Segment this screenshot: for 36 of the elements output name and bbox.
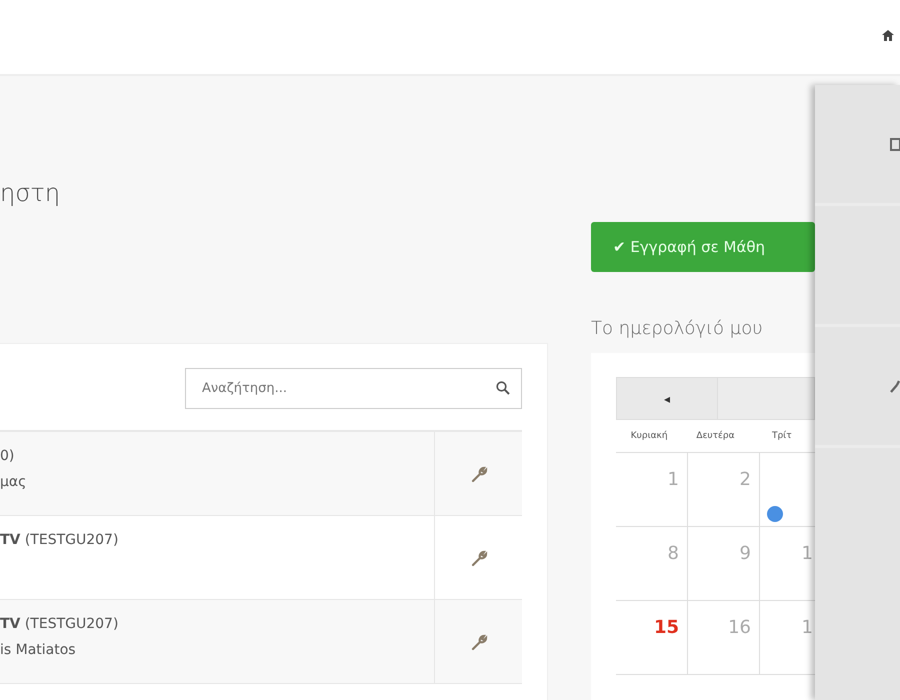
day-cell[interactable]: 1 (760, 527, 815, 600)
calendar-title: Το ημερολόγιό μου (591, 318, 764, 339)
weekday-label: Κυριακή (630, 431, 669, 441)
course-row[interactable]: 0) μας (0, 432, 522, 516)
home-icon[interactable] (882, 30, 894, 40)
calendar-icon (890, 137, 900, 151)
previous-month-button[interactable]: ◂ (616, 377, 718, 420)
enroll-button[interactable]: ✔ Εγγραφή σε Μάθη (591, 222, 815, 272)
day-number: 9 (740, 543, 751, 564)
course-teacher: is Matiatos (0, 642, 76, 658)
day-cell[interactable]: 2 (688, 453, 760, 526)
day-number: 2 (740, 469, 751, 490)
weekday-label: Δευτέρα (695, 431, 736, 441)
event-dot[interactable] (767, 506, 783, 522)
day-cell[interactable]: 8 (616, 527, 688, 600)
day-cell[interactable]: 1 (760, 601, 815, 674)
day-cell[interactable]: 9 (688, 527, 760, 600)
course-row[interactable]: TV (TESTGU207) is Matiatos (0, 600, 522, 684)
day-number: 1 (802, 543, 813, 564)
day-cell[interactable]: 16 (688, 601, 760, 674)
day-cell[interactable]: 1 (616, 453, 688, 526)
day-number: 16 (728, 617, 751, 638)
course-title[interactable]: TV (TESTGU207) (0, 616, 118, 632)
page-title: ηστη (0, 179, 62, 207)
course-title[interactable]: 0) (0, 448, 14, 464)
weekday-label: Τρίτ (770, 431, 793, 441)
search-icon (496, 381, 510, 395)
search-field[interactable]: Αναζήτηση... (185, 368, 522, 409)
course-title[interactable]: TV (TESTGU207) (0, 532, 118, 548)
day-cell[interactable]: 15 (616, 601, 688, 674)
day-number: 15 (654, 617, 679, 638)
course-row[interactable]: TV (TESTGU207) (0, 516, 522, 600)
day-number: 1 (668, 469, 679, 490)
day-number: 1 (802, 617, 813, 638)
course-teacher: μας (0, 474, 26, 490)
day-number: 8 (668, 543, 679, 564)
